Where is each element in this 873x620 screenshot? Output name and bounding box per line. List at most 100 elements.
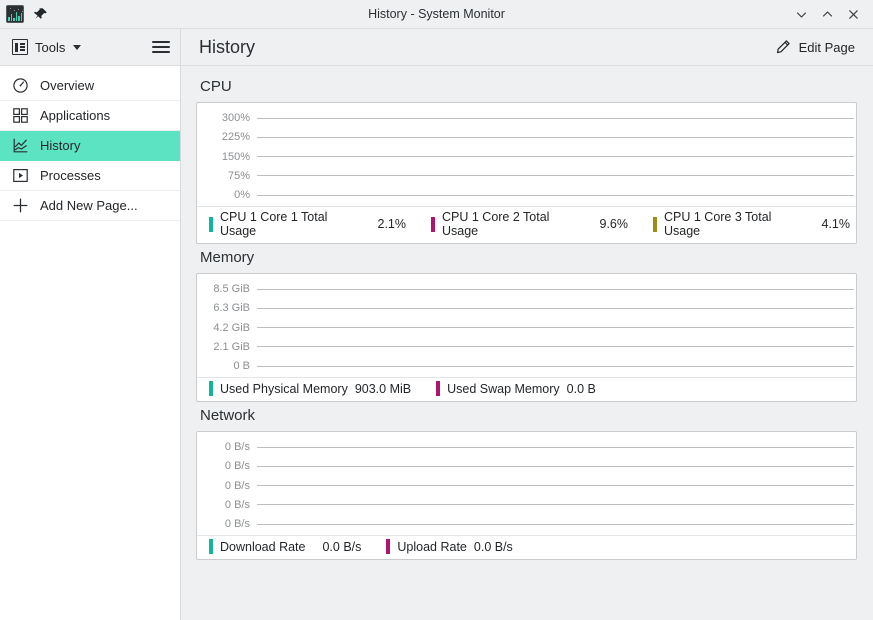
grid-row: 2.1 GiB <box>199 338 854 356</box>
legend-color-swatch <box>386 539 390 554</box>
app-icon-bars <box>8 11 22 21</box>
gridline <box>257 524 854 525</box>
sidebar-nav: Overview Applications <box>0 66 180 221</box>
legend-entry[interactable]: Upload Rate 0.0 B/s <box>386 539 512 554</box>
grid-row: 300% <box>199 109 854 127</box>
chart-app-icon <box>6 5 24 23</box>
y-tick-label: 6.3 GiB <box>199 302 257 314</box>
y-tick-label: 225% <box>199 131 257 143</box>
plus-icon <box>12 197 29 214</box>
play-box-icon <box>12 167 29 184</box>
tools-button-label: Tools <box>35 40 65 55</box>
pin-icon[interactable] <box>33 6 49 22</box>
legend-value: 0.0 B <box>567 382 596 396</box>
legend-label: CPU 1 Core 1 Total Usage <box>220 210 361 238</box>
y-tick-label: 150% <box>199 151 257 163</box>
network-chart-panel[interactable]: 0 B/s 0 B/s 0 B/s 0 B/s 0 B/s Download R… <box>196 431 857 560</box>
sidebar-toolbar: Tools <box>0 29 180 66</box>
grid-row: 0 B/s <box>199 457 854 475</box>
legend-value: 0.0 B/s <box>322 540 361 554</box>
sidebar-item-label: History <box>40 138 80 153</box>
cpu-legend: CPU 1 Core 1 Total Usage 2.1% CPU 1 Core… <box>197 206 856 243</box>
maximize-button[interactable] <box>815 3 839 25</box>
sidebar-item-label: Processes <box>40 168 101 183</box>
grid-row: 8.5 GiB <box>199 280 854 298</box>
section-cpu: CPU 300% 225% 150% 75% 0% CPU 1 Core 1 T… <box>196 78 857 244</box>
legend-value: 2.1% <box>378 217 407 231</box>
titlebar-left-group <box>0 5 49 23</box>
section-title-network: Network <box>200 407 857 424</box>
sidebar-item-overview[interactable]: Overview <box>0 71 180 101</box>
legend-label: Used Swap Memory <box>447 382 560 396</box>
window-controls <box>789 3 873 25</box>
chevron-down-icon <box>73 45 81 50</box>
gridline <box>257 175 854 176</box>
gridline <box>257 504 854 505</box>
grid-row: 0 B/s <box>199 515 854 533</box>
window-title: History - System Monitor <box>0 0 873 29</box>
edit-page-button[interactable]: Edit Page <box>769 35 861 60</box>
gridline <box>257 118 854 119</box>
legend-entry[interactable]: Used Swap Memory 0.0 B <box>436 381 596 396</box>
y-tick-label: 2.1 GiB <box>199 341 257 353</box>
legend-entry[interactable]: CPU 1 Core 1 Total Usage 2.1% <box>209 210 406 238</box>
memory-chart-panel[interactable]: 8.5 GiB 6.3 GiB 4.2 GiB 2.1 GiB 0 B Used… <box>196 273 857 402</box>
window-titlebar: History - System Monitor <box>0 0 873 29</box>
legend-label: Upload Rate <box>397 540 467 554</box>
sidebar: Tools Overview <box>0 29 181 620</box>
tools-button[interactable]: Tools <box>12 39 81 55</box>
section-memory: Memory 8.5 GiB 6.3 GiB 4.2 GiB 2.1 GiB 0… <box>196 249 857 402</box>
legend-entry[interactable]: CPU 1 Core 2 Total Usage 9.6% <box>431 210 628 238</box>
y-tick-label: 75% <box>199 170 257 182</box>
pencil-icon <box>775 39 792 56</box>
grid-row: 0 B/s <box>199 496 854 514</box>
gridline <box>257 308 854 309</box>
memory-plot-area: 8.5 GiB 6.3 GiB 4.2 GiB 2.1 GiB 0 B <box>197 274 856 377</box>
gridline <box>257 195 854 196</box>
legend-color-swatch <box>209 539 213 554</box>
grid-row: 6.3 GiB <box>199 299 854 317</box>
legend-label: CPU 1 Core 2 Total Usage <box>442 210 583 238</box>
grid-icon <box>12 107 29 124</box>
y-tick-label: 8.5 GiB <box>199 283 257 295</box>
grid-row: 0% <box>199 186 854 204</box>
y-tick-label: 0 B <box>199 360 257 372</box>
y-tick-label: 0 B/s <box>199 518 257 530</box>
legend-label: Used Physical Memory <box>220 382 348 396</box>
gridline <box>257 327 854 328</box>
legend-entry[interactable]: Used Physical Memory 903.0 MiB <box>209 381 411 396</box>
grid-row: 4.2 GiB <box>199 319 854 337</box>
hamburger-icon[interactable] <box>152 41 170 53</box>
tools-icon <box>12 39 28 55</box>
minimize-button[interactable] <box>789 3 813 25</box>
window-body: Tools Overview <box>0 29 873 620</box>
network-legend: Download Rate 0.0 B/s Upload Rate 0.0 B/… <box>197 535 856 559</box>
cpu-chart-panel[interactable]: 300% 225% 150% 75% 0% CPU 1 Core 1 Total… <box>196 102 857 244</box>
y-tick-label: 0% <box>199 189 257 201</box>
gridline <box>257 485 854 486</box>
legend-entry[interactable]: CPU 1 Core 3 Total Usage 4.1% <box>653 210 850 238</box>
section-title-cpu: CPU <box>200 78 857 95</box>
grid-row: 75% <box>199 167 854 185</box>
sidebar-item-label: Applications <box>40 108 110 123</box>
gridline <box>257 346 854 347</box>
y-tick-label: 300% <box>199 112 257 124</box>
legend-color-swatch <box>209 217 213 232</box>
history-content: CPU 300% 225% 150% 75% 0% CPU 1 Core 1 T… <box>181 66 873 560</box>
sidebar-item-processes[interactable]: Processes <box>0 161 180 191</box>
y-tick-label: 0 B/s <box>199 441 257 453</box>
sidebar-item-applications[interactable]: Applications <box>0 101 180 131</box>
legend-entry[interactable]: Download Rate 0.0 B/s <box>209 539 361 554</box>
sidebar-item-history[interactable]: History <box>0 131 180 161</box>
legend-label: CPU 1 Core 3 Total Usage <box>664 210 805 238</box>
section-title-memory: Memory <box>200 249 857 266</box>
legend-value: 0.0 B/s <box>474 540 513 554</box>
section-network: Network 0 B/s 0 B/s 0 B/s 0 B/s 0 B/s Do… <box>196 407 857 560</box>
legend-value: 9.6% <box>600 217 629 231</box>
gauge-icon <box>12 77 29 94</box>
line-chart-icon <box>12 137 29 154</box>
cpu-plot-area: 300% 225% 150% 75% 0% <box>197 103 856 206</box>
y-tick-label: 0 B/s <box>199 460 257 472</box>
sidebar-item-add-new-page[interactable]: Add New Page... <box>0 191 180 221</box>
close-button[interactable] <box>841 3 865 25</box>
